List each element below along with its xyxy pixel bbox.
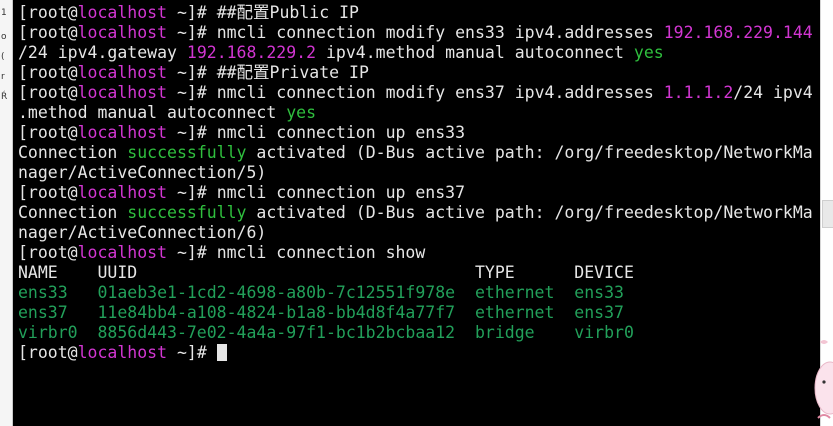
prompt-line: [root@localhost ~]#	[18, 343, 813, 363]
text-segment: nmcli connection modify ens37 ipv4.addre…	[216, 83, 664, 102]
prompt-user: [root@	[18, 243, 78, 262]
gutter-char: r	[1, 72, 5, 82]
prompt-line: [root@localhost ~]# ##配置Public IP	[18, 3, 813, 23]
prompt-path: ~]#	[167, 63, 217, 82]
left-window-edge: 1 o ( r Ŕ	[0, 0, 13, 426]
text-segment: nager/ActiveConnection/5)	[18, 163, 267, 182]
prompt-user: [root@	[18, 23, 78, 42]
text-segment: ipv4.method manual autoconnect	[316, 43, 634, 62]
text-segment: virbr0 8856d443-7e02-4a4a-97f1-bc1b2bcba…	[18, 323, 634, 342]
output-line: /24 ipv4.gateway 192.168.229.2 ipv4.meth…	[18, 43, 813, 63]
prompt-user: [root@	[18, 343, 78, 362]
gutter-char: 1	[1, 8, 7, 18]
command-text: nmcli connection up ens37	[216, 183, 466, 202]
prompt-path: ~]#	[167, 23, 217, 42]
output-line: ens37 11e84bb4-a108-4824-b1a8-bb4d8f4a77…	[18, 303, 813, 323]
text-segment: nager/ActiveConnection/6)	[18, 223, 267, 242]
prompt-host: localhost	[77, 63, 168, 82]
prompt-line: [root@localhost ~]# nmcli connection mod…	[18, 23, 813, 43]
output-line: .method manual autoconnect yes	[18, 103, 813, 123]
command-text: nmcli connection show	[216, 243, 426, 262]
terminal-output: [root@localhost ~]# ##配置Public IP [root@l…	[18, 3, 813, 363]
prompt-host: localhost	[77, 243, 168, 262]
text-segment: /24 ipv4	[733, 83, 813, 102]
prompt-host: localhost	[77, 23, 168, 42]
text-segment: Connection	[18, 143, 128, 162]
text-segment: successfully	[127, 203, 247, 222]
output-line: nager/ActiveConnection/5)	[18, 163, 813, 183]
prompt-line: [root@localhost ~]# ##配置Private IP	[18, 63, 813, 83]
text-segment: NAME UUID TYPE DEVICE	[18, 263, 634, 282]
output-line: nager/ActiveConnection/6)	[18, 223, 813, 243]
prompt-host: localhost	[77, 3, 168, 22]
gutter-char: (	[1, 52, 5, 62]
prompt-line: [root@localhost ~]# nmcli connection up …	[18, 123, 813, 143]
prompt-line: [root@localhost ~]# nmcli connection up …	[18, 183, 813, 203]
text-segment: yes	[286, 103, 317, 122]
output-line: ens33 01aeb3e1-1cd2-4698-a80b-7c12551f97…	[18, 283, 813, 303]
text-segment: yes	[633, 43, 664, 62]
prompt-path: ~]#	[167, 123, 217, 142]
gutter-char: Ŕ	[1, 92, 8, 102]
text-segment: 192.168.229.2	[186, 43, 317, 62]
prompt-user: [root@	[18, 3, 78, 22]
text-segment: nmcli connection modify ens33 ipv4.addre…	[216, 23, 664, 42]
prompt-user: [root@	[18, 123, 78, 142]
text-segment: Connection	[18, 203, 128, 222]
cursor	[216, 344, 227, 361]
prompt-host: localhost	[77, 83, 168, 102]
prompt-path: ~]#	[167, 183, 217, 202]
command-text: nmcli connection up ens33	[216, 123, 466, 142]
command-text: ##配置Private IP	[216, 63, 369, 82]
text-segment: activated (D-Bus active path: /org/freed…	[246, 143, 813, 162]
prompt-path: ~]#	[167, 3, 217, 22]
prompt-path: ~]#	[167, 243, 217, 262]
prompt-line: [root@localhost ~]# nmcli connection mod…	[18, 83, 813, 103]
text-segment: /24 ipv4.gateway	[18, 43, 187, 62]
sticker-mascot-icon	[814, 340, 833, 419]
scrollbar-thumb[interactable]	[822, 200, 833, 228]
text-segment: 192.168.229.144	[663, 23, 813, 42]
prompt-path: ~]#	[167, 83, 217, 102]
prompt-line: [root@localhost ~]# nmcli connection sho…	[18, 243, 813, 263]
command-text: ##配置Public IP	[216, 3, 359, 22]
prompt-user: [root@	[18, 183, 78, 202]
text-segment: ens33 01aeb3e1-1cd2-4698-a80b-7c12551f97…	[18, 283, 624, 302]
output-line: Connection successfully activated (D-Bus…	[18, 203, 813, 223]
text-segment: .method manual autoconnect	[18, 103, 287, 122]
text-segment: ens37 11e84bb4-a108-4824-b1a8-bb4d8f4a77…	[18, 303, 624, 322]
terminal-window[interactable]: [root@localhost ~]# ##配置Public IP [root@l…	[13, 0, 820, 426]
output-line: virbr0 8856d443-7e02-4a4a-97f1-bc1b2bcba…	[18, 323, 813, 343]
prompt-user: [root@	[18, 83, 78, 102]
prompt-path: ~]#	[167, 343, 217, 362]
output-line: Connection successfully activated (D-Bus…	[18, 143, 813, 163]
prompt-host: localhost	[77, 123, 168, 142]
gutter-char: o	[1, 32, 7, 42]
output-line: NAME UUID TYPE DEVICE	[18, 263, 813, 283]
prompt-host: localhost	[77, 343, 168, 362]
prompt-user: [root@	[18, 63, 78, 82]
prompt-host: localhost	[77, 183, 168, 202]
text-segment: successfully	[127, 143, 247, 162]
text-segment: 1.1.1.2	[663, 83, 734, 102]
text-segment: activated (D-Bus active path: /org/freed…	[246, 203, 813, 222]
